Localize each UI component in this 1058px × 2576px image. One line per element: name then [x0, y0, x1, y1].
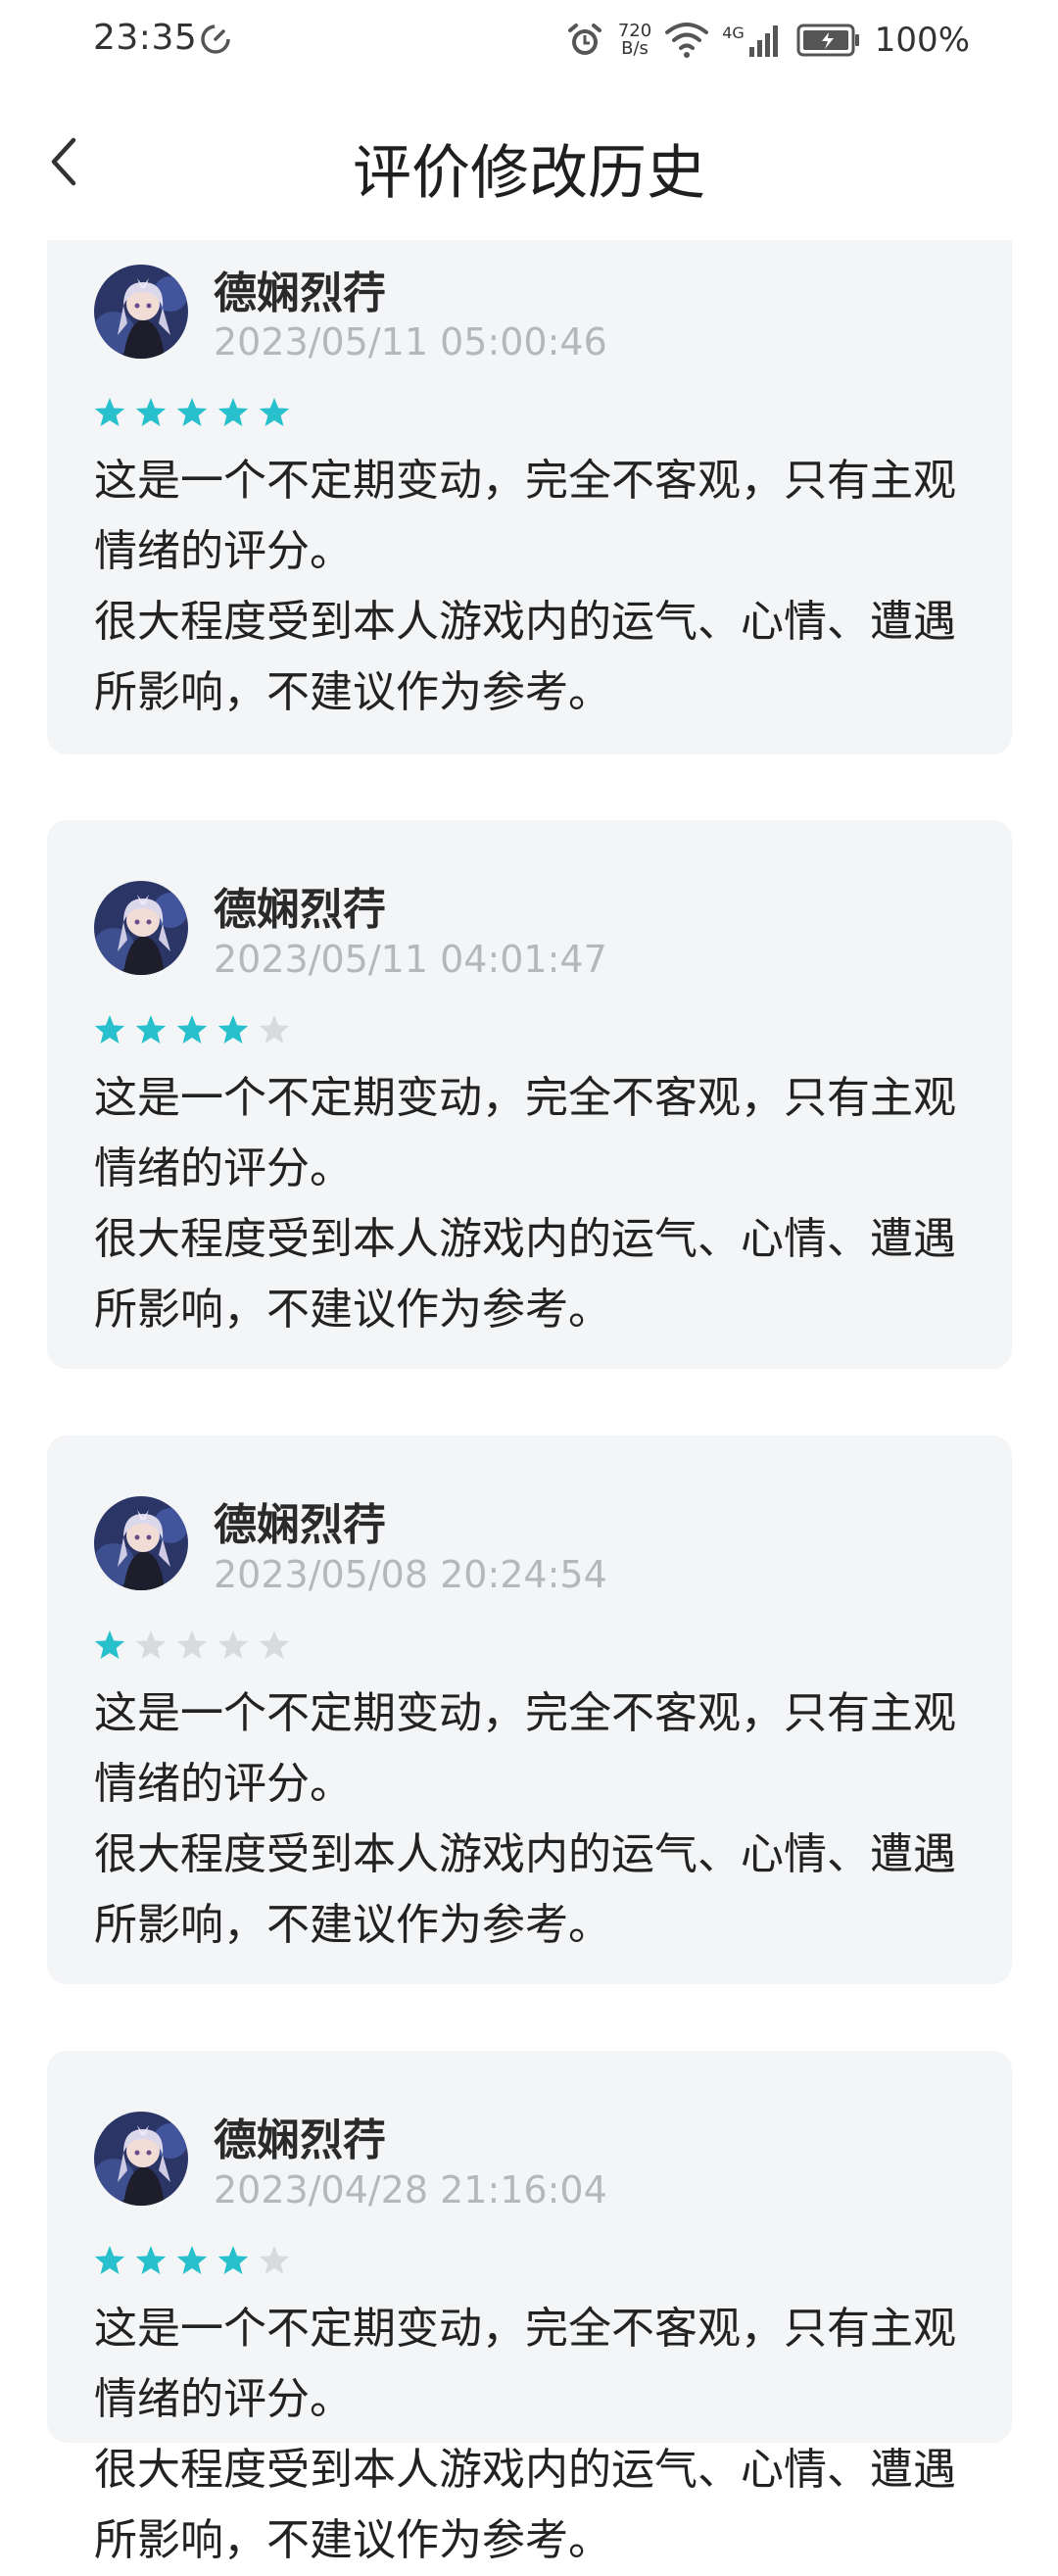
review-card: 德娴烈荇 2023/05/11 04:01:47 这是一个不定期变动，完全不客观… [47, 820, 1012, 1369]
star-filled-icon [217, 398, 249, 426]
star-empty-icon [259, 1630, 290, 1659]
status-bar: 23:35 720 B/s 4G 100% [0, 0, 1058, 78]
avatar[interactable] [94, 2112, 188, 2206]
reviewer-name: 德娴烈荇 [214, 2115, 386, 2165]
star-filled-icon [217, 1015, 249, 1044]
review-card: 德娴烈荇 2023/05/08 20:24:54 这是一个不定期变动，完全不客观… [47, 1435, 1012, 1984]
reviewer-name: 德娴烈荇 [214, 268, 386, 318]
star-filled-icon [135, 398, 167, 426]
avatar-image [94, 1496, 188, 1590]
avatar-image [94, 881, 188, 975]
star-rating [94, 1014, 290, 1045]
avatar[interactable] [94, 881, 188, 975]
star-empty-icon [259, 1015, 290, 1044]
star-filled-icon [94, 398, 125, 426]
do-not-disturb-icon [201, 24, 230, 54]
star-filled-icon [135, 2246, 167, 2274]
review-text-line: 这是一个不定期变动，完全不客观，只有主观情绪的评分。 [94, 456, 956, 576]
star-filled-icon [259, 398, 290, 426]
alarm-icon [567, 24, 601, 55]
review-text-line: 这是一个不定期变动，完全不客观，只有主观情绪的评分。 [94, 1688, 956, 1809]
review-text-line: 这是一个不定期变动，完全不客观，只有主观情绪的评分。 [94, 2304, 956, 2424]
avatar[interactable] [94, 265, 188, 359]
status-time: 23:35 [93, 18, 198, 58]
review-timestamp: 2023/04/28 21:16:04 [214, 2168, 607, 2211]
review-card: 德娴烈荇 2023/04/28 21:16:04 这是一个不定期变动，完全不客观… [47, 2051, 1012, 2565]
wifi-icon [665, 23, 709, 58]
star-filled-icon [217, 2246, 249, 2274]
avatar[interactable] [94, 1496, 188, 1590]
star-rating [94, 1629, 290, 1661]
review-card: 德娴烈荇 2023/05/11 05:00:46 这是一个不定期变动，完全不客观… [47, 240, 1012, 754]
star-empty-icon [217, 1630, 249, 1659]
review-text: 这是一个不定期变动，完全不客观，只有主观情绪的评分。 很大程度受到本人游戏内的运… [94, 1678, 976, 1961]
reviewer-name: 德娴烈荇 [214, 1500, 386, 1550]
star-filled-icon [94, 1015, 125, 1044]
battery-percentage: 100% [874, 21, 970, 60]
star-filled-icon [176, 1015, 208, 1044]
star-rating [94, 2245, 290, 2276]
network-type: 4G [722, 24, 745, 42]
battery-icon [796, 24, 859, 57]
avatar-image [94, 2112, 188, 2206]
avatar-image [94, 265, 188, 359]
network-speed: 720 B/s [618, 23, 651, 58]
network-speed-unit: B/s [621, 38, 649, 59]
page-title: 评价修改历史 [353, 139, 705, 208]
review-timestamp: 2023/05/11 04:01:47 [214, 938, 607, 981]
header: 评价修改历史 [0, 108, 1058, 216]
cellular-signal-icon: 4G [722, 24, 783, 57]
star-filled-icon [176, 398, 208, 426]
review-text-line: 很大程度受到本人游戏内的运气、心情、遭遇所影响，不建议作为参考。 [94, 2445, 956, 2565]
review-text-line: 这是一个不定期变动，完全不客观，只有主观情绪的评分。 [94, 1073, 956, 1193]
star-rating [94, 397, 290, 428]
star-empty-icon [259, 2246, 290, 2274]
review-text-line: 很大程度受到本人游戏内的运气、心情、遭遇所影响，不建议作为参考。 [94, 597, 956, 717]
review-text: 这是一个不定期变动，完全不客观，只有主观情绪的评分。 很大程度受到本人游戏内的运… [94, 2294, 976, 2576]
review-timestamp: 2023/05/08 20:24:54 [214, 1553, 607, 1596]
review-text-line: 很大程度受到本人游戏内的运气、心情、遭遇所影响，不建议作为参考。 [94, 1214, 956, 1335]
star-filled-icon [94, 1630, 125, 1659]
star-empty-icon [135, 1630, 167, 1659]
star-filled-icon [94, 2246, 125, 2274]
review-timestamp: 2023/05/11 05:00:46 [214, 320, 607, 364]
review-text: 这是一个不定期变动，完全不客观，只有主观情绪的评分。 很大程度受到本人游戏内的运… [94, 446, 976, 728]
reviewer-name: 德娴烈荇 [214, 885, 386, 935]
star-filled-icon [135, 1015, 167, 1044]
star-empty-icon [176, 1630, 208, 1659]
star-filled-icon [176, 2246, 208, 2274]
review-text-line: 很大程度受到本人游戏内的运气、心情、遭遇所影响，不建议作为参考。 [94, 1829, 956, 1950]
review-text: 这是一个不定期变动，完全不客观，只有主观情绪的评分。 很大程度受到本人游戏内的运… [94, 1063, 976, 1345]
